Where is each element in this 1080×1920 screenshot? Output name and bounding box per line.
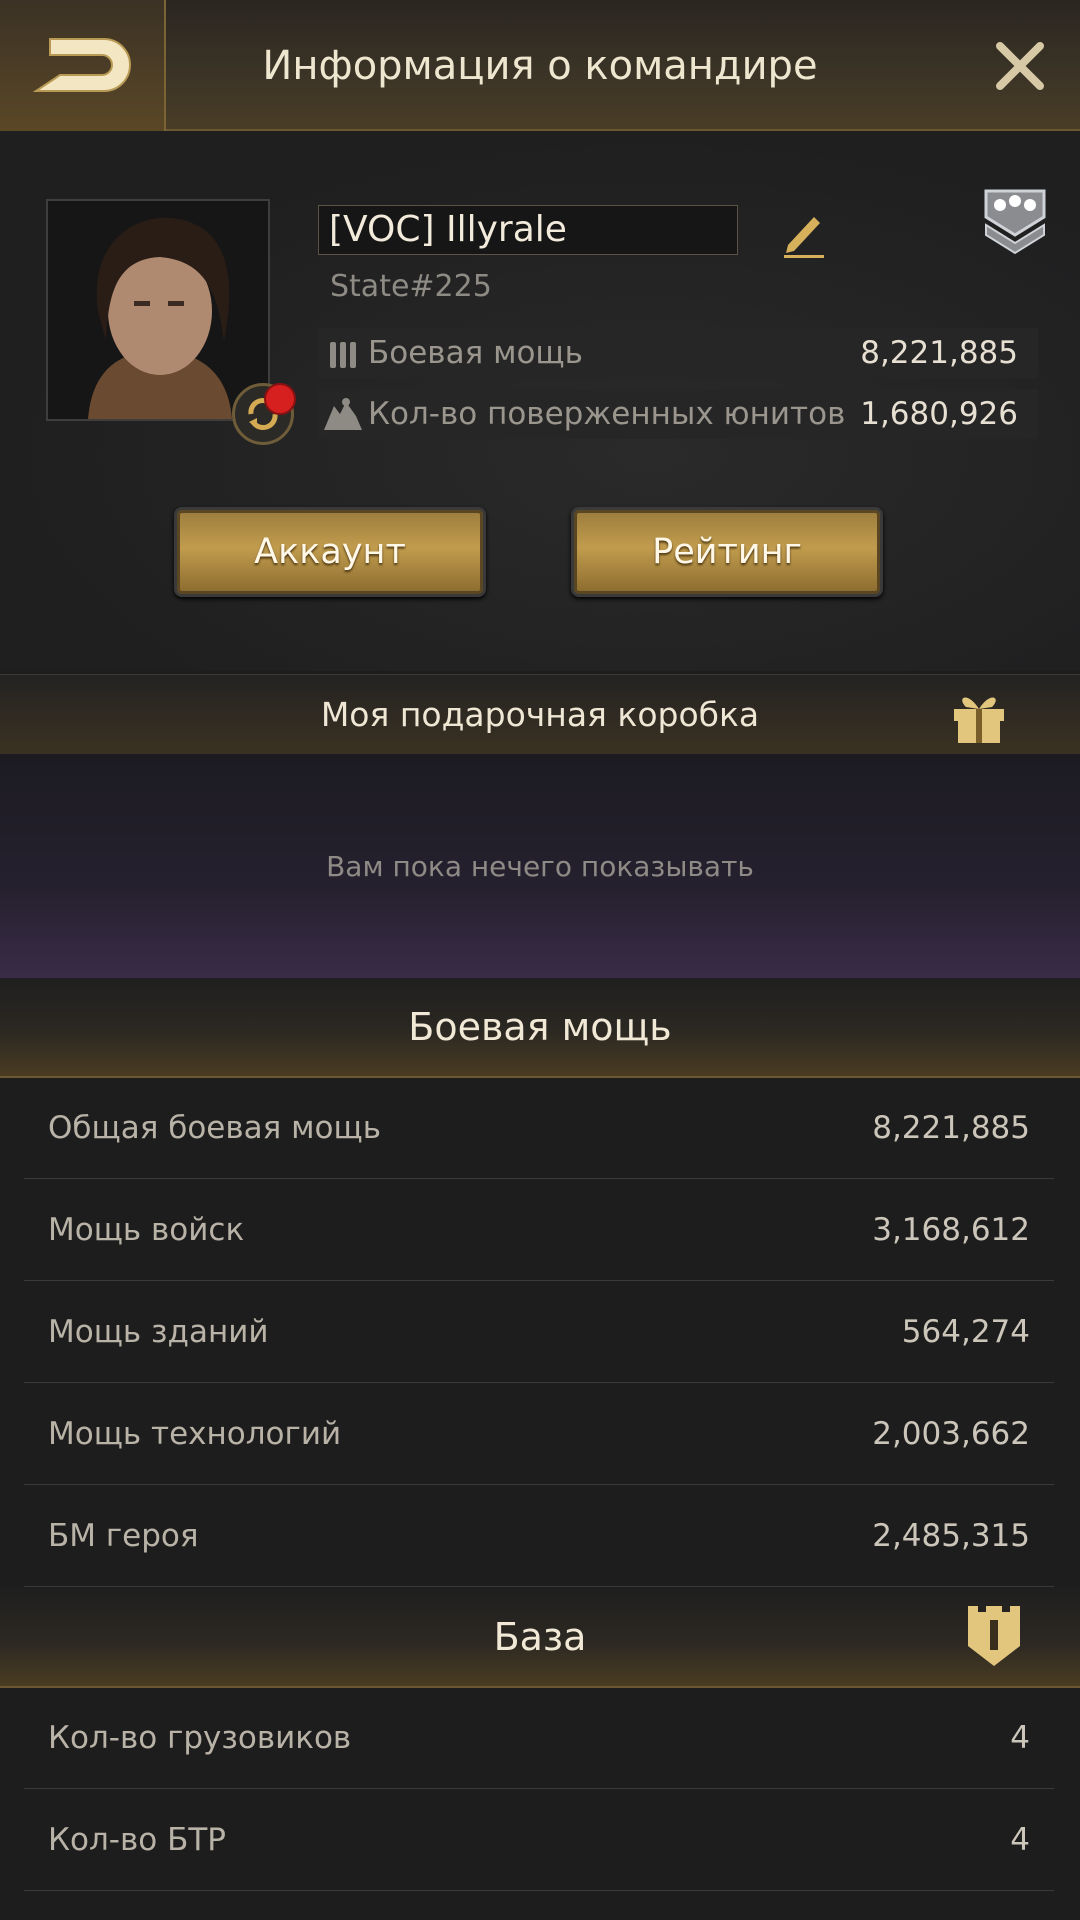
list-item: Мощь зданий 564,274 xyxy=(24,1282,1054,1383)
row-value: 2,485,315 xyxy=(872,1518,1030,1554)
base-info-icon[interactable] xyxy=(964,1602,1024,1668)
row-label: Мощь технологий xyxy=(48,1416,342,1452)
rating-button[interactable]: Рейтинг xyxy=(571,507,883,597)
base-header: База xyxy=(0,1588,1080,1688)
row-label: Кол-во грузовиков xyxy=(48,1720,352,1756)
row-value: 3,168,612 xyxy=(872,1212,1030,1248)
close-icon xyxy=(996,42,1044,90)
units-defeated-stat: Кол-во поверженных юнитов 1,680,926 xyxy=(318,389,1038,439)
stat-value: 8,221,885 xyxy=(860,335,1018,371)
list-item: БМ героя 2,485,315 xyxy=(24,1486,1054,1587)
list-item: Кол-во БТР 4 xyxy=(24,1790,1054,1891)
list-item: Кол-во грузовиков 4 xyxy=(24,1688,1054,1789)
commander-portrait-icon xyxy=(48,201,268,419)
profile-section: [VOC] Illyrale State#225 Боевая мощь 8,2… xyxy=(0,131,1080,671)
page-title: Информация о командире xyxy=(262,42,818,89)
row-label: Общая боевая мощь xyxy=(48,1110,381,1146)
stat-value: 1,680,926 xyxy=(860,396,1018,432)
combat-power-stat: Боевая мощь 8,221,885 xyxy=(318,328,1038,378)
pencil-icon xyxy=(784,217,824,258)
combat-power-header: Боевая мощь xyxy=(0,978,1080,1078)
top-bar: Информация о командире xyxy=(0,0,1080,131)
commander-avatar[interactable] xyxy=(46,199,270,421)
back-arrow-icon xyxy=(32,37,131,92)
section-title: База xyxy=(493,1615,587,1659)
row-label: Мощь войск xyxy=(48,1212,245,1248)
stat-label: Кол-во поверженных юнитов xyxy=(368,396,846,432)
stat-label: Боевая мощь xyxy=(368,335,583,371)
row-label: Мощь зданий xyxy=(48,1314,269,1350)
section-title: Боевая мощь xyxy=(408,1005,672,1049)
gift-box-empty-area: Вам пока нечего показывать xyxy=(0,754,1080,978)
list-item: Мощь войск 3,168,612 xyxy=(24,1180,1054,1281)
row-value: 564,274 xyxy=(901,1314,1030,1350)
row-value: 2,003,662 xyxy=(872,1416,1030,1452)
close-button[interactable] xyxy=(986,32,1054,100)
rank-insignia-icon xyxy=(984,189,1046,255)
row-value: 4 xyxy=(1010,1720,1030,1756)
gift-box-header: Моя подарочная коробка xyxy=(0,674,1080,754)
account-button[interactable]: Аккаунт xyxy=(174,507,486,597)
gift-icon[interactable] xyxy=(948,685,1010,747)
rank-badge[interactable] xyxy=(978,181,1052,255)
notification-dot xyxy=(264,383,296,415)
gift-box-title: Моя подарочная коробка xyxy=(320,695,760,734)
back-button[interactable] xyxy=(0,0,166,131)
list-item: Мощь технологий 2,003,662 xyxy=(24,1384,1054,1485)
row-value: 4 xyxy=(1010,1822,1030,1858)
row-label: БМ героя xyxy=(48,1518,199,1554)
commander-name: [VOC] Illyrale xyxy=(318,205,738,255)
row-value: 8,221,885 xyxy=(872,1110,1030,1146)
state-label: State#225 xyxy=(330,269,492,304)
kills-icon xyxy=(318,396,368,432)
ammo-icon xyxy=(318,336,368,370)
list-item: Общая боевая мощь 8,221,885 xyxy=(24,1078,1054,1179)
row-label: Кол-во БТР xyxy=(48,1822,226,1858)
empty-message: Вам пока нечего показывать xyxy=(326,849,754,883)
edit-name-button[interactable] xyxy=(776,205,830,259)
